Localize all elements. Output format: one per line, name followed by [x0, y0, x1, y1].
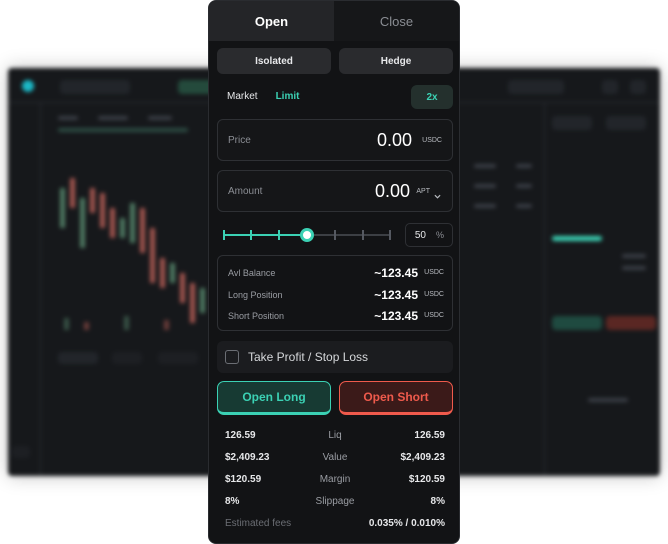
tpsl-toggle[interactable]: Take Profit / Stop Loss: [217, 341, 453, 373]
balance-unit: USDC: [424, 291, 444, 298]
slider-tick: [362, 230, 364, 240]
summary-label: Slippage: [315, 496, 355, 507]
balance-label: Short Position: [228, 311, 285, 321]
amount-unit: APT: [416, 188, 430, 195]
balance-unit: USDC: [424, 312, 444, 319]
summary-row: $120.59 Margin $120.59: [209, 469, 459, 491]
slider-fill: [223, 234, 307, 236]
stage: Open Close Isolated Hedge Market Limit 2…: [0, 0, 668, 544]
open-short-button[interactable]: Open Short: [339, 381, 453, 415]
order-type-limit[interactable]: Limit: [276, 91, 300, 102]
chevron-down-icon[interactable]: [434, 187, 441, 205]
slider-thumb[interactable]: [300, 228, 314, 242]
slider-tick: [334, 230, 336, 240]
balance-row: Long Position ~123.45 USDC: [218, 288, 454, 302]
tab-close[interactable]: Close: [334, 1, 459, 41]
balance-info-box: Avl Balance ~123.45 USDC Long Position ~…: [217, 255, 453, 331]
balance-row: Short Position ~123.45 USDC: [218, 309, 454, 323]
price-unit: USDC: [422, 137, 442, 144]
amount-value: 0.00: [374, 181, 410, 201]
open-long-button[interactable]: Open Long: [217, 381, 331, 415]
slider-tick: [223, 230, 225, 240]
fees-row: Estimated fees 0.035% / 0.010%: [209, 513, 459, 535]
summary-row: 126.59 Liq 126.59: [209, 425, 459, 447]
open-close-tabs: Open Close: [209, 1, 459, 41]
balance-label: Long Position: [228, 290, 283, 300]
order-summary: 126.59 Liq 126.59 $2,409.23 Value $2,409…: [209, 425, 459, 535]
summary-right-value: $120.59: [408, 474, 445, 485]
balance-row: Avl Balance ~123.45 USDC: [218, 266, 454, 280]
hedge-button[interactable]: Hedge: [339, 48, 453, 74]
fees-value: 0.035% / 0.010%: [368, 518, 445, 529]
balance-label: Avl Balance: [228, 268, 276, 278]
margin-mode-row: Isolated Hedge: [217, 48, 453, 74]
percent-value: 50: [414, 229, 426, 241]
price-field[interactable]: Price 0.00 USDC: [217, 119, 453, 161]
slider-tick: [278, 230, 280, 240]
tpsl-checkbox[interactable]: [225, 350, 239, 364]
summary-right-value: $2,409.23: [400, 452, 446, 463]
summary-right-value: 8%: [430, 496, 445, 507]
percent-symbol: %: [435, 230, 444, 240]
app-logo-icon: [22, 80, 34, 92]
amount-field[interactable]: Amount 0.00 APT: [217, 170, 453, 212]
order-type-selector: Market Limit: [227, 91, 299, 102]
leverage-button[interactable]: 2x: [411, 85, 453, 109]
summary-row: 8% Slippage 8%: [209, 491, 459, 513]
balance-value: ~123.45: [374, 309, 418, 323]
summary-right-value: 126.59: [414, 430, 445, 441]
balance-value: ~123.45: [374, 288, 418, 302]
isolated-button[interactable]: Isolated: [217, 48, 331, 74]
trade-panel: Open Close Isolated Hedge Market Limit 2…: [208, 0, 460, 544]
amount-label: Amount: [228, 186, 263, 197]
tab-open[interactable]: Open: [209, 1, 334, 41]
price-value: 0.00: [376, 130, 412, 150]
order-type-market[interactable]: Market: [227, 91, 258, 102]
fees-label: Estimated fees: [225, 518, 292, 529]
summary-row: $2,409.23 Value $2,409.23: [209, 447, 459, 469]
slider-tick: [250, 230, 252, 240]
percent-input[interactable]: 50 %: [405, 223, 453, 247]
balance-unit: USDC: [424, 269, 444, 276]
price-label: Price: [228, 135, 251, 146]
balance-value: ~123.45: [374, 266, 418, 280]
amount-slider[interactable]: [223, 225, 391, 245]
slider-tick: [389, 230, 391, 240]
tpsl-label: Take Profit / Stop Loss: [248, 350, 369, 364]
